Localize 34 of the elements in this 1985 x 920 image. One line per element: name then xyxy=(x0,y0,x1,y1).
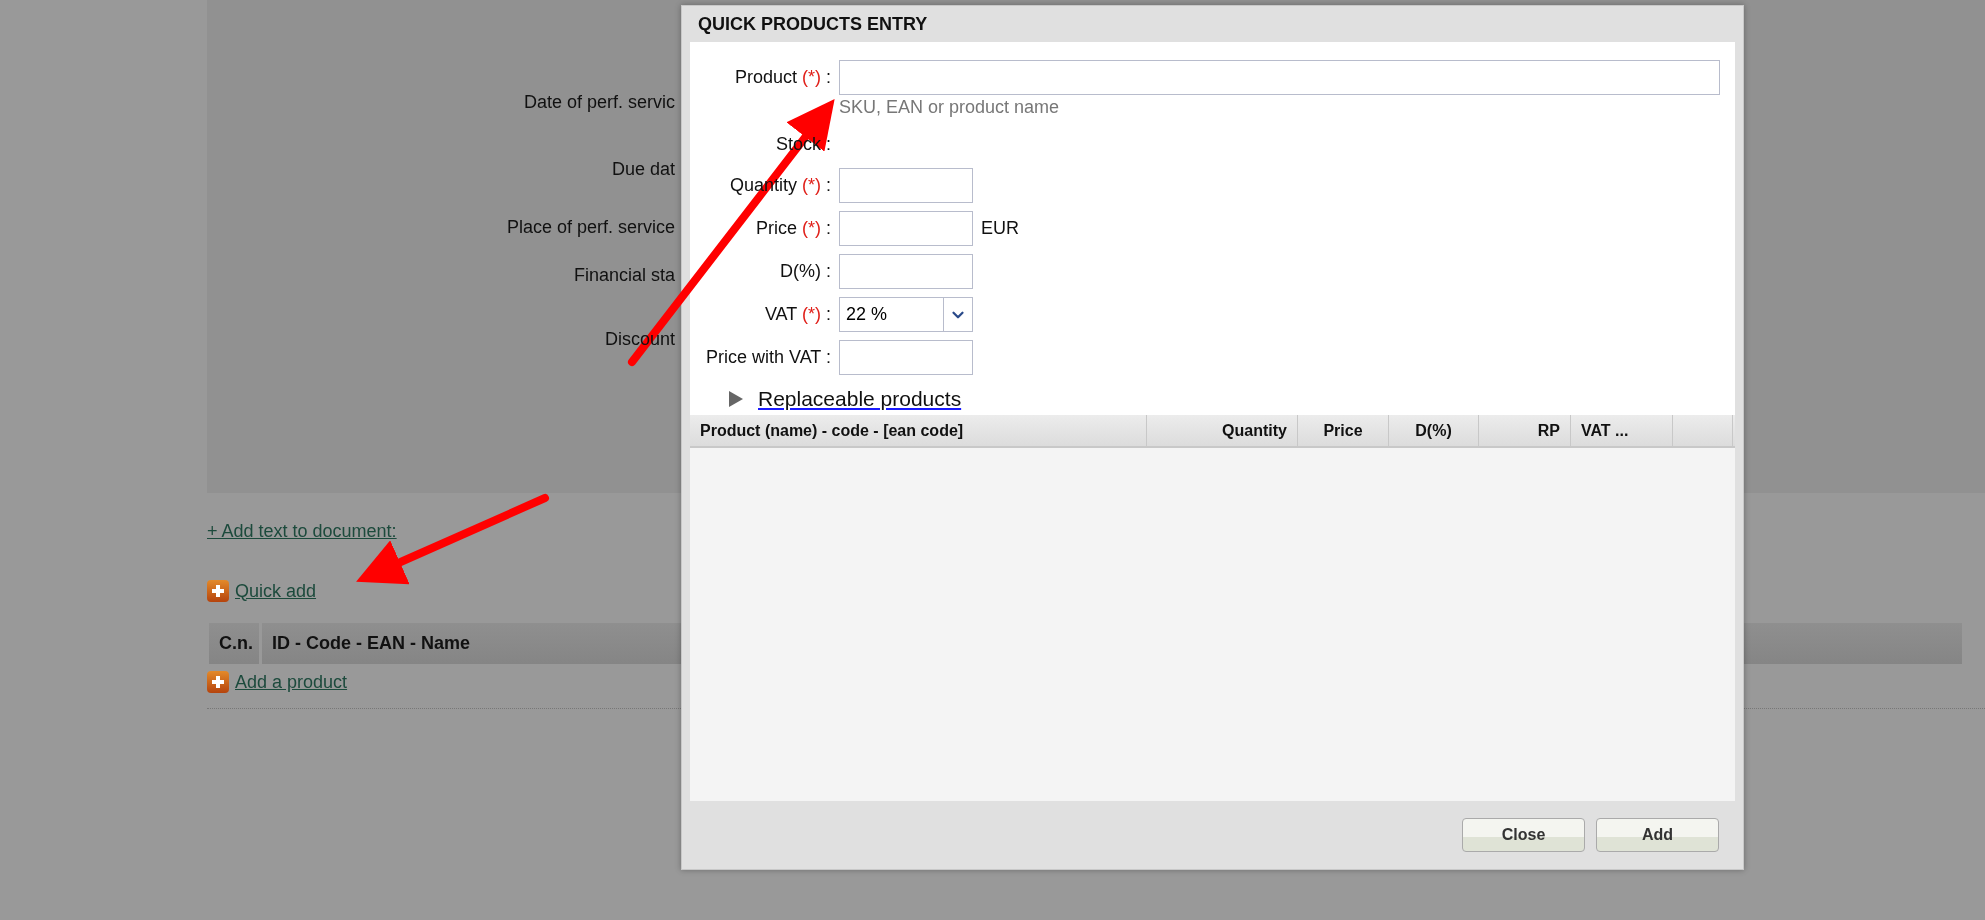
plus-icon xyxy=(207,580,229,602)
vat-select[interactable]: 22 % xyxy=(839,297,973,332)
add-product-link[interactable]: Add a product xyxy=(235,671,348,693)
column-header: Quantity xyxy=(1147,415,1298,446)
triangle-right-icon[interactable] xyxy=(728,390,744,408)
field-label: VAT (*) : xyxy=(764,304,831,324)
column-header: RP xyxy=(1479,415,1571,446)
input-field[interactable] xyxy=(839,211,973,246)
product-field[interactable] xyxy=(839,60,1720,95)
field-label: Price with VAT : xyxy=(705,347,831,367)
column-header: D(%) xyxy=(1389,415,1479,446)
add-text-link[interactable]: + Add text to document: xyxy=(207,520,397,542)
currency-label: EUR xyxy=(981,217,1019,240)
plus-icon xyxy=(207,671,229,693)
replaceable-products-link[interactable]: Replaceable products xyxy=(758,387,962,411)
column-header: Product (name) - code - [ean code] xyxy=(690,415,1147,446)
add-button[interactable]: Add xyxy=(1596,818,1719,852)
input-field[interactable] xyxy=(839,168,973,203)
form-label: Place of perf. service xyxy=(505,216,675,238)
field-label: Product (*) : xyxy=(734,67,831,87)
dialog-title: QUICK PRODUCTS ENTRY xyxy=(697,12,929,36)
field-hint: SKU, EAN or product name xyxy=(839,96,1061,119)
form-label: Financial sta xyxy=(572,264,675,286)
input-field[interactable] xyxy=(839,254,973,289)
form-label: Date of perf. servic xyxy=(522,91,675,113)
column-header: Price xyxy=(1298,415,1389,446)
column-header: VAT ... xyxy=(1571,415,1673,446)
close-button[interactable]: Close xyxy=(1462,818,1585,852)
input-field[interactable] xyxy=(839,340,973,375)
column-header: C.n. xyxy=(209,623,259,664)
quick-add-link[interactable]: Quick add xyxy=(235,580,317,602)
field-label: D(%) : xyxy=(779,261,831,281)
form-label: Due dat xyxy=(610,158,675,180)
field-label: Price (*) : xyxy=(755,218,831,238)
